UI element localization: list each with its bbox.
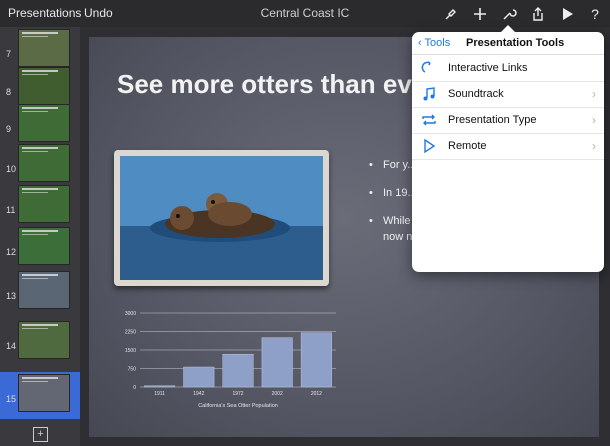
otter-population-chart[interactable]: 3000 2250 1500 750 0 1911 1942 1972 2002 2012 Cali… xyxy=(114,305,339,415)
play-icon xyxy=(421,138,437,154)
slide-number: 9 xyxy=(6,124,12,134)
chevron-right-icon: › xyxy=(592,113,596,127)
chevron-right-icon: › xyxy=(592,87,596,101)
slide-number: 8 xyxy=(6,87,12,97)
slide-thumbnail[interactable] xyxy=(18,144,70,182)
otter-photo xyxy=(120,156,323,280)
chevron-left-icon: ‹ xyxy=(418,37,422,49)
chevron-right-icon: › xyxy=(592,139,596,153)
slide-number: 14 xyxy=(6,341,17,351)
x-tick-label: 2012 xyxy=(311,391,322,397)
chart-bar xyxy=(261,337,293,388)
y-tick-label: 2250 xyxy=(125,330,136,336)
slide-thumbnail[interactable] xyxy=(18,321,70,359)
slide-thumbnail[interactable] xyxy=(18,185,70,223)
menu-item-label: Presentation Type xyxy=(448,114,537,126)
slide-navigator: 7 8 9 10 11 12 13 14 15 + xyxy=(0,27,80,446)
help-icon[interactable]: ? xyxy=(585,4,605,24)
slide-thumbnail[interactable] xyxy=(18,271,70,309)
y-tick-label: 0 xyxy=(133,385,136,391)
chart-bar xyxy=(222,353,254,388)
top-toolbar: Presentations Undo Central Coast IC ? xyxy=(0,0,610,27)
slide-number: 11 xyxy=(6,205,16,215)
y-tick-label: 750 xyxy=(128,367,137,373)
x-tick-label: 1972 xyxy=(232,391,243,397)
slide-title[interactable]: See more otters than ever. xyxy=(117,69,442,100)
repeat-icon xyxy=(421,112,437,128)
slide-number: 7 xyxy=(6,49,12,59)
chart-bar xyxy=(144,385,176,388)
add-icon[interactable] xyxy=(470,4,490,24)
slide-number: 12 xyxy=(6,247,17,257)
otter-photo-frame[interactable] xyxy=(114,150,329,286)
y-tick-label: 1500 xyxy=(125,348,136,354)
slide-number: 15 xyxy=(6,394,17,404)
add-slide-button[interactable]: + xyxy=(33,427,48,442)
slide-thumbnail[interactable] xyxy=(18,67,70,105)
menu-item-presentation-type[interactable]: Presentation Type › xyxy=(412,107,604,134)
x-tick-label: 1911 xyxy=(154,391,165,397)
slide-thumbnail[interactable] xyxy=(18,104,70,142)
menu-item-interactive-links[interactable]: Interactive Links xyxy=(412,55,604,82)
x-tick-label: 1942 xyxy=(193,391,204,397)
back-label: Tools xyxy=(424,37,451,49)
menu-item-remote[interactable]: Remote › xyxy=(412,133,604,160)
slide-thumbnail[interactable] xyxy=(18,227,70,265)
menu-item-soundtrack[interactable]: Soundtrack › xyxy=(412,81,604,108)
chart-bar xyxy=(183,366,215,388)
paintbrush-icon[interactable] xyxy=(441,4,461,24)
y-tick-label: 3000 xyxy=(125,311,136,317)
share-icon[interactable] xyxy=(528,4,548,24)
back-to-tools-button[interactable]: ‹ Tools xyxy=(418,37,450,49)
chart-title: California's Sea Otter Population xyxy=(198,403,278,409)
slide-thumbnail[interactable] xyxy=(18,29,70,67)
slide-thumbnail[interactable] xyxy=(18,374,70,412)
presentation-tools-popover: ‹ Tools Presentation Tools Interactive L… xyxy=(412,25,604,272)
slide-number: 13 xyxy=(6,291,17,301)
music-note-icon xyxy=(421,86,437,102)
link-icon xyxy=(421,60,437,76)
wrench-icon[interactable] xyxy=(499,4,519,24)
chart-bar xyxy=(300,332,332,388)
menu-item-label: Interactive Links xyxy=(448,62,528,74)
menu-item-label: Remote xyxy=(448,140,487,152)
menu-item-label: Soundtrack xyxy=(448,88,504,100)
popover-title: Presentation Tools xyxy=(466,37,565,49)
play-slideshow-icon[interactable] xyxy=(557,4,577,24)
popover-header: ‹ Tools Presentation Tools xyxy=(412,32,604,55)
slide-number: 10 xyxy=(6,164,17,174)
x-tick-label: 2002 xyxy=(272,391,283,397)
